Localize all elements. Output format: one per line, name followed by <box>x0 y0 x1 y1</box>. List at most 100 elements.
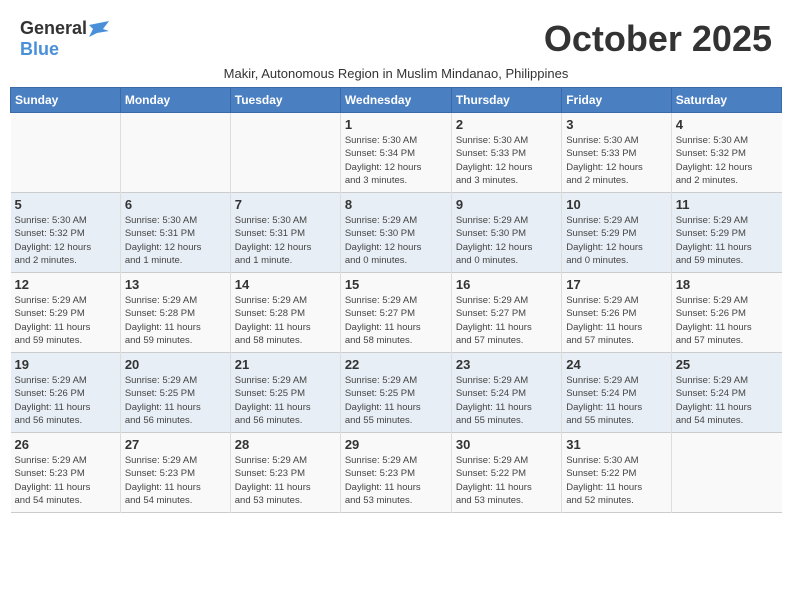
day-info: Sunrise: 5:29 AMSunset: 5:26 PMDaylight:… <box>676 294 778 347</box>
day-number: 14 <box>235 277 336 292</box>
day-info: Sunrise: 5:29 AMSunset: 5:24 PMDaylight:… <box>566 374 666 427</box>
day-number: 5 <box>15 197 116 212</box>
day-number: 31 <box>566 437 666 452</box>
day-info: Sunrise: 5:30 AMSunset: 5:32 PMDaylight:… <box>15 214 116 267</box>
day-info: Sunrise: 5:29 AMSunset: 5:26 PMDaylight:… <box>15 374 116 427</box>
calendar-cell: 15Sunrise: 5:29 AMSunset: 5:27 PMDayligh… <box>340 273 451 353</box>
calendar-cell: 21 Sunrise: 5:29 AMSunset: 5:25 PMDayligh… <box>230 353 340 433</box>
calendar-cell: 12 Sunrise: 5:29 AMSunset: 5:29 PMDayligh… <box>11 273 121 353</box>
day-info: Sunrise: 5:29 AMSunset: 5:29 PMDaylight:… <box>676 214 778 267</box>
day-info: Sunrise: 5:29 AMSunset: 5:23 PMDaylight:… <box>125 454 226 507</box>
logo: General Blue <box>20 18 109 60</box>
day-number: 28 <box>235 437 336 452</box>
day-info: Sunrise: 5:30 AMSunset: 5:33 PMDaylight:… <box>456 134 557 187</box>
day-number: 27 <box>125 437 226 452</box>
day-info: Sunrise: 5:29 AMSunset: 5:26 PMDaylight:… <box>566 294 666 347</box>
day-number: 7 <box>235 197 336 212</box>
logo-blue-text: Blue <box>20 39 59 60</box>
day-info: Sunrise: 5:29 AMSunset: 5:28 PMDaylight:… <box>125 294 226 347</box>
day-info: Sunrise: 5:30 AMSunset: 5:22 PMDaylight:… <box>566 454 666 507</box>
day-info: Sunrise: 5:29 AMSunset: 5:29 PMDaylight:… <box>566 214 666 267</box>
week-row-2: 5 Sunrise: 5:30 AMSunset: 5:32 PMDaylight… <box>11 193 782 273</box>
calendar-cell: 9 Sunrise: 5:29 AMSunset: 5:30 PMDaylight… <box>451 193 561 273</box>
calendar-cell: 18 Sunrise: 5:29 AMSunset: 5:26 PMDayligh… <box>671 273 781 353</box>
day-number: 10 <box>566 197 666 212</box>
calendar-table: SundayMondayTuesdayWednesdayThursdayFrid… <box>10 87 782 513</box>
day-info: Sunrise: 5:29 AMSunset: 5:23 PMDaylight:… <box>345 454 447 507</box>
day-info: Sunrise: 5:29 AMSunset: 5:30 PMDaylight:… <box>456 214 557 267</box>
subtitle: Makir, Autonomous Region in Muslim Minda… <box>10 66 782 81</box>
day-number: 15 <box>345 277 447 292</box>
calendar-cell <box>120 113 230 193</box>
day-info: Sunrise: 5:30 AMSunset: 5:33 PMDaylight:… <box>566 134 666 187</box>
day-number: 22 <box>345 357 447 372</box>
day-number: 18 <box>676 277 778 292</box>
day-number: 13 <box>125 277 226 292</box>
day-number: 26 <box>15 437 116 452</box>
day-info: Sunrise: 5:29 AMSunset: 5:30 PMDaylight:… <box>345 214 447 267</box>
calendar-cell: 30 Sunrise: 5:29 AMSunset: 5:22 PMDayligh… <box>451 433 561 513</box>
calendar-cell: 4Sunrise: 5:30 AMSunset: 5:32 PMDaylight… <box>671 113 781 193</box>
day-info: Sunrise: 5:29 AMSunset: 5:22 PMDaylight:… <box>456 454 557 507</box>
calendar-cell: 25 Sunrise: 5:29 AMSunset: 5:24 PMDayligh… <box>671 353 781 433</box>
calendar-cell: 11Sunrise: 5:29 AMSunset: 5:29 PMDayligh… <box>671 193 781 273</box>
calendar-cell: 27 Sunrise: 5:29 AMSunset: 5:23 PMDayligh… <box>120 433 230 513</box>
day-header-friday: Friday <box>562 88 671 113</box>
day-number: 30 <box>456 437 557 452</box>
day-number: 23 <box>456 357 557 372</box>
day-number: 3 <box>566 117 666 132</box>
day-info: Sunrise: 5:29 AMSunset: 5:23 PMDaylight:… <box>15 454 116 507</box>
calendar-cell: 3 Sunrise: 5:30 AMSunset: 5:33 PMDaylight… <box>562 113 671 193</box>
day-number: 19 <box>15 357 116 372</box>
day-number: 9 <box>456 197 557 212</box>
logo-bird-icon <box>89 21 109 37</box>
day-info: Sunrise: 5:29 AMSunset: 5:24 PMDaylight:… <box>676 374 778 427</box>
day-info: Sunrise: 5:30 AMSunset: 5:31 PMDaylight:… <box>235 214 336 267</box>
calendar-cell: 20Sunrise: 5:29 AMSunset: 5:25 PMDayligh… <box>120 353 230 433</box>
day-number: 25 <box>676 357 778 372</box>
day-info: Sunrise: 5:29 AMSunset: 5:25 PMDaylight:… <box>235 374 336 427</box>
day-number: 6 <box>125 197 226 212</box>
day-info: Sunrise: 5:29 AMSunset: 5:25 PMDaylight:… <box>345 374 447 427</box>
calendar-cell: 19 Sunrise: 5:29 AMSunset: 5:26 PMDayligh… <box>11 353 121 433</box>
day-header-monday: Monday <box>120 88 230 113</box>
day-number: 12 <box>15 277 116 292</box>
month-title: October 2025 <box>544 18 772 60</box>
calendar-cell: 2 Sunrise: 5:30 AMSunset: 5:33 PMDaylight… <box>451 113 561 193</box>
calendar-cell: 6Sunrise: 5:30 AMSunset: 5:31 PMDaylight… <box>120 193 230 273</box>
calendar-cell: 1 Sunrise: 5:30 AMSunset: 5:34 PMDaylight… <box>340 113 451 193</box>
day-info: Sunrise: 5:29 AMSunset: 5:23 PMDaylight:… <box>235 454 336 507</box>
calendar-cell: 28 Sunrise: 5:29 AMSunset: 5:23 PMDayligh… <box>230 433 340 513</box>
day-number: 17 <box>566 277 666 292</box>
calendar-cell: 22 Sunrise: 5:29 AMSunset: 5:25 PMDayligh… <box>340 353 451 433</box>
day-info: Sunrise: 5:29 AMSunset: 5:28 PMDaylight:… <box>235 294 336 347</box>
calendar-header-row: SundayMondayTuesdayWednesdayThursdayFrid… <box>11 88 782 113</box>
calendar-cell: 26 Sunrise: 5:29 AMSunset: 5:23 PMDayligh… <box>11 433 121 513</box>
day-number: 2 <box>456 117 557 132</box>
day-info: Sunrise: 5:29 AMSunset: 5:24 PMDaylight:… <box>456 374 557 427</box>
day-header-saturday: Saturday <box>671 88 781 113</box>
day-number: 24 <box>566 357 666 372</box>
calendar-cell: 24 Sunrise: 5:29 AMSunset: 5:24 PMDayligh… <box>562 353 671 433</box>
week-row-1: 1 Sunrise: 5:30 AMSunset: 5:34 PMDaylight… <box>11 113 782 193</box>
calendar-cell: 29Sunrise: 5:29 AMSunset: 5:23 PMDayligh… <box>340 433 451 513</box>
day-info: Sunrise: 5:29 AMSunset: 5:27 PMDaylight:… <box>456 294 557 347</box>
week-row-3: 12 Sunrise: 5:29 AMSunset: 5:29 PMDayligh… <box>11 273 782 353</box>
day-number: 1 <box>345 117 447 132</box>
week-row-4: 19 Sunrise: 5:29 AMSunset: 5:26 PMDayligh… <box>11 353 782 433</box>
day-header-sunday: Sunday <box>11 88 121 113</box>
day-number: 21 <box>235 357 336 372</box>
day-info: Sunrise: 5:30 AMSunset: 5:32 PMDaylight:… <box>676 134 778 187</box>
week-row-5: 26 Sunrise: 5:29 AMSunset: 5:23 PMDayligh… <box>11 433 782 513</box>
calendar-cell <box>671 433 781 513</box>
calendar-cell <box>230 113 340 193</box>
day-info: Sunrise: 5:29 AMSunset: 5:29 PMDaylight:… <box>15 294 116 347</box>
calendar-cell: 17 Sunrise: 5:29 AMSunset: 5:26 PMDayligh… <box>562 273 671 353</box>
calendar-cell: 13 Sunrise: 5:29 AMSunset: 5:28 PMDayligh… <box>120 273 230 353</box>
day-header-wednesday: Wednesday <box>340 88 451 113</box>
day-info: Sunrise: 5:30 AMSunset: 5:34 PMDaylight:… <box>345 134 447 187</box>
page-header: General Blue October 2025 <box>10 10 782 64</box>
day-number: 20 <box>125 357 226 372</box>
calendar-cell: 7 Sunrise: 5:30 AMSunset: 5:31 PMDaylight… <box>230 193 340 273</box>
calendar-cell: 5 Sunrise: 5:30 AMSunset: 5:32 PMDaylight… <box>11 193 121 273</box>
